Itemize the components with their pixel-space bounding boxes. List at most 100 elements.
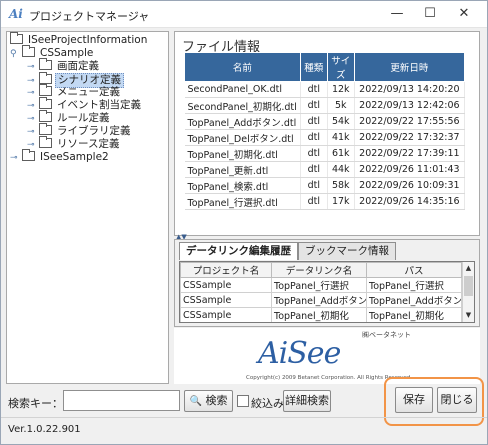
file-row[interactable]: TopPanel_Delボタン.dtl dtl 41k 2022/09/22 17:3…	[184, 129, 466, 146]
file-row[interactable]: TopPanel_Addボタン.dtl dtl 54k 2022/09/22 17:5…	[184, 113, 466, 130]
search-button[interactable]: 🔍 検索	[184, 390, 233, 412]
search-icon: 🔍	[189, 396, 202, 407]
folder-icon	[22, 149, 35, 161]
datalink-row[interactable]: CSSample TopPanel_初期化 TopPanel_初期化	[180, 307, 462, 322]
logo-area: ㈱ベータネット AiSee Copyright(c) 2009 Betanet …	[174, 328, 480, 384]
search-button-label: 検索	[205, 394, 228, 407]
scroll-down-icon[interactable]: ▼	[463, 310, 474, 321]
file-cell: 2022/09/26 10:09:31	[354, 177, 466, 194]
datalink-cell: TopPanel_初期化	[366, 307, 462, 322]
column-header[interactable]: パス	[366, 262, 462, 278]
file-cell: dtl	[300, 113, 328, 130]
expanded-handle-icon[interactable]: ⚲	[10, 48, 22, 61]
status-divider	[1, 417, 487, 418]
datalink-cell: CSSample	[180, 307, 272, 322]
file-cell: 41k	[327, 129, 355, 146]
folder-icon	[22, 45, 35, 57]
scroll-thumb[interactable]	[464, 276, 473, 296]
datalink-row[interactable]: CSSample TopPanel_行選択 TopPanel_行選択	[180, 277, 462, 293]
detail-search-button[interactable]: 詳細検索	[283, 390, 331, 412]
datalink-cell: TopPanel_初期化	[271, 307, 367, 322]
narrow-checkbox[interactable]	[237, 395, 249, 407]
file-cell: dtl	[300, 129, 328, 146]
vertical-scrollbar[interactable]: ▲ ▼	[462, 262, 474, 322]
app-logo-icon: Ai	[9, 7, 23, 21]
file-cell: dtl	[300, 81, 328, 98]
file-cell: dtl	[300, 161, 328, 178]
minimize-button[interactable]: —	[382, 3, 412, 25]
file-cell: dtl	[300, 97, 328, 114]
datalink-cell: TopPanel_更新	[272, 323, 367, 324]
file-cell: 2022/09/22 17:39:11	[354, 145, 466, 162]
scroll-up-icon[interactable]: ▲	[463, 263, 474, 274]
maximize-button[interactable]: ☐	[415, 3, 445, 25]
file-cell: 54k	[327, 113, 355, 130]
folder-icon	[39, 97, 52, 109]
file-cell: dtl	[300, 193, 328, 210]
narrow-label: 絞込み	[251, 397, 284, 410]
file-row[interactable]: TopPanel_更新.dtl dtl 44k 2022/09/26 11:01:43	[184, 161, 466, 178]
column-header[interactable]: プロジェクト名	[180, 262, 272, 278]
file-cell: 12k	[327, 81, 355, 98]
file-row[interactable]: SecondPanel_OK.dtl dtl 12k 2022/09/13 14:20…	[184, 81, 466, 98]
window-title: プロジェクトマネージャ	[29, 10, 150, 23]
file-cell: TopPanel_Delボタン.dtl	[184, 129, 301, 146]
datalink-table-container[interactable]: プロジェクト名 データリンク名 パス CSSample TopPanel_行選択 T…	[179, 261, 475, 323]
folder-icon	[39, 72, 52, 84]
column-header[interactable]: 名前	[184, 52, 301, 82]
datalink-row[interactable]: CSSample TopPanel_Addボタン TopPanel_Addボタン	[180, 292, 462, 308]
column-header[interactable]: 種類	[299, 52, 328, 82]
title-bar: Ai プロジェクトマネージャ — ☐ ✕	[1, 1, 487, 28]
file-info-panel: ファイル情報 名前 種類 サイズ 更新日時 SecondPanel_OK.dtl…	[174, 31, 480, 236]
file-cell: 2022/09/22 17:32:37	[354, 129, 466, 146]
search-input[interactable]	[63, 390, 180, 411]
tree-project-iseesample2[interactable]: ⊸ ISeeSample2	[10, 149, 111, 165]
file-table[interactable]: 名前 種類 サイズ 更新日時 SecondPanel_OK.dtl dtl 12k 2…	[184, 52, 466, 210]
file-cell: 2022/09/13 14:20:20	[354, 81, 466, 98]
project-tree[interactable]: ISeeProjectInformation ⚲ CSSample ⊸ 画面定義 ⊸…	[6, 31, 169, 384]
file-cell: 2022/09/26 11:01:43	[354, 161, 466, 178]
folder-icon	[39, 123, 52, 135]
tab-datalink-history[interactable]: データリンク編集履歴	[179, 242, 298, 260]
tab-bookmark-info[interactable]: ブックマーク情報	[298, 242, 396, 260]
datalink-cell: TopPanel_Addボタン	[366, 292, 462, 308]
file-row[interactable]: TopPanel_検索.dtl dtl 58k 2022/09/26 10:09:31	[184, 177, 466, 194]
project-manager-window: Ai プロジェクトマネージャ — ☐ ✕ ISeeProjectInformat…	[0, 0, 488, 445]
file-cell: 61k	[327, 145, 355, 162]
collapsed-handle-icon[interactable]: ⊸	[10, 152, 22, 165]
company-name: ㈱ベータネット	[362, 331, 411, 339]
search-key-label: 検索キー：	[8, 397, 63, 410]
file-cell: 58k	[327, 177, 355, 194]
tree-project-cssample[interactable]: ⚲ CSSample	[10, 45, 95, 61]
datalink-table[interactable]: プロジェクト名 データリンク名 パス CSSample TopPanel_行選択 T…	[180, 262, 462, 324]
datalink-cell: TopPanel_行選択	[366, 277, 462, 293]
tree-item-resource-def[interactable]: ⊸ リソース定義	[27, 136, 121, 151]
file-cell: 44k	[327, 161, 355, 178]
file-row[interactable]: SecondPanel_初期化.dtl dtl 5k 2022/09/13 12:42…	[184, 97, 466, 114]
file-cell: 17k	[327, 193, 355, 210]
version-label: Ver.1.0.22.901	[8, 424, 81, 435]
folder-icon	[39, 84, 52, 96]
folder-icon	[39, 136, 52, 148]
column-header[interactable]: データリンク名	[271, 262, 367, 278]
datalink-cell: TopPanel_Addボタン	[271, 292, 367, 308]
file-row[interactable]: TopPanel_行選択.dtl dtl 17k 2022/09/26 14:35:1…	[184, 193, 466, 210]
file-row[interactable]: TopPanel_初期化.dtl dtl 61k 2022/09/22 17:39:1…	[184, 145, 466, 162]
tree-root[interactable]: ISeeProjectInformation	[10, 32, 149, 47]
column-header[interactable]: 更新日時	[353, 52, 466, 82]
folder-icon	[10, 32, 23, 44]
column-header[interactable]: サイズ	[326, 52, 355, 82]
file-cell: 2022/09/26 14:35:16	[354, 193, 466, 210]
close-window-button[interactable]: ✕	[449, 3, 479, 25]
folder-icon	[39, 110, 52, 122]
tab-panel: データリンク編集履歴 ブックマーク情報 プロジェクト名 データリンク名 パス C…	[174, 239, 480, 327]
datalink-cell: TopPanel_更新	[367, 323, 462, 324]
datalink-row[interactable]: CSSampleTopPanel_更新TopPanel_更新	[181, 323, 462, 324]
file-cell: TopPanel_検索.dtl	[184, 177, 301, 194]
file-cell: 2022/09/22 17:55:56	[354, 113, 466, 130]
datalink-cell: CSSample	[181, 323, 272, 324]
datalink-cell: CSSample	[180, 292, 272, 308]
folder-icon	[39, 58, 52, 70]
file-cell: dtl	[300, 177, 328, 194]
file-cell: SecondPanel_OK.dtl	[184, 81, 301, 98]
